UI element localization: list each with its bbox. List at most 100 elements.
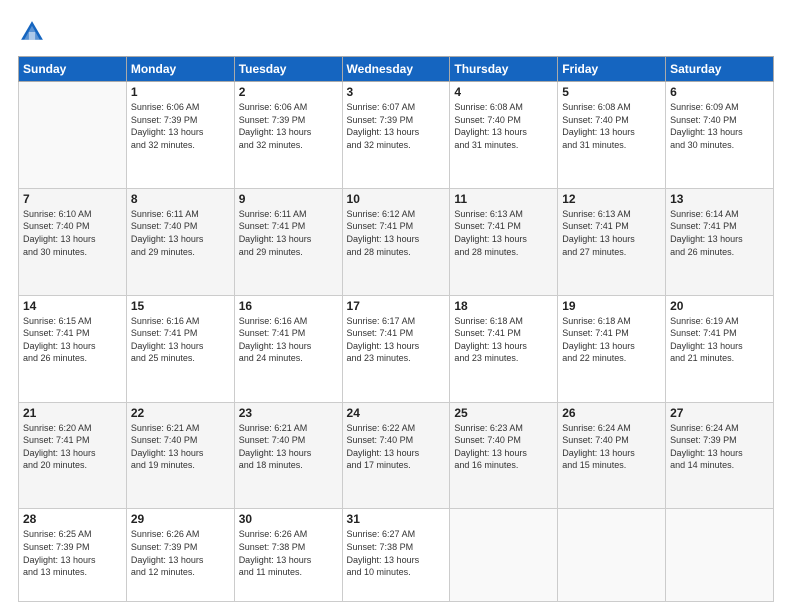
day-number: 17 [347, 299, 446, 313]
calendar-week-row: 1 Sunrise: 6:06 AMSunset: 7:39 PMDaylight… [19, 82, 774, 189]
calendar-day-cell [666, 509, 774, 602]
day-info: Sunrise: 6:18 AMSunset: 7:41 PMDaylight:… [454, 315, 553, 365]
day-number: 26 [562, 406, 661, 420]
calendar-day-cell: 16 Sunrise: 6:16 AMSunset: 7:41 PMDayligh… [234, 295, 342, 402]
logo [18, 18, 50, 46]
calendar-week-row: 21 Sunrise: 6:20 AMSunset: 7:41 PMDayligh… [19, 402, 774, 509]
day-info: Sunrise: 6:19 AMSunset: 7:41 PMDaylight:… [670, 315, 769, 365]
calendar-day-cell: 17Sunrise: 6:17 AMSunset: 7:41 PMDayligh… [342, 295, 450, 402]
day-info: Sunrise: 6:08 AMSunset: 7:40 PMDaylight:… [454, 101, 553, 151]
calendar-day-cell: 14 Sunrise: 6:15 AMSunset: 7:41 PMDayligh… [19, 295, 127, 402]
day-info: Sunrise: 6:18 AMSunset: 7:41 PMDaylight:… [562, 315, 661, 365]
day-number: 21 [23, 406, 122, 420]
day-info: Sunrise: 6:09 AMSunset: 7:40 PMDaylight:… [670, 101, 769, 151]
day-number: 30 [239, 512, 338, 526]
logo-icon [18, 18, 46, 46]
calendar-day-cell: 20 Sunrise: 6:19 AMSunset: 7:41 PMDayligh… [666, 295, 774, 402]
day-number: 5 [562, 85, 661, 99]
day-info: Sunrise: 6:22 AMSunset: 7:40 PMDaylight:… [347, 422, 446, 472]
day-number: 25 [454, 406, 553, 420]
day-info: Sunrise: 6:26 AMSunset: 7:38 PMDaylight:… [239, 528, 338, 578]
calendar-week-row: 7 Sunrise: 6:10 AMSunset: 7:40 PMDaylight… [19, 188, 774, 295]
day-info: Sunrise: 6:11 AMSunset: 7:41 PMDaylight:… [239, 208, 338, 258]
day-number: 4 [454, 85, 553, 99]
day-number: 10 [347, 192, 446, 206]
calendar-day-cell: 6 Sunrise: 6:09 AMSunset: 7:40 PMDaylight… [666, 82, 774, 189]
day-number: 9 [239, 192, 338, 206]
calendar-day-cell: 30 Sunrise: 6:26 AMSunset: 7:38 PMDayligh… [234, 509, 342, 602]
day-info: Sunrise: 6:21 AMSunset: 7:40 PMDaylight:… [131, 422, 230, 472]
day-number: 28 [23, 512, 122, 526]
day-number: 19 [562, 299, 661, 313]
calendar-week-row: 28Sunrise: 6:25 AMSunset: 7:39 PMDayligh… [19, 509, 774, 602]
header [18, 18, 774, 46]
day-info: Sunrise: 6:13 AMSunset: 7:41 PMDaylight:… [454, 208, 553, 258]
calendar-day-cell: 27Sunrise: 6:24 AMSunset: 7:39 PMDayligh… [666, 402, 774, 509]
calendar-day-cell: 7 Sunrise: 6:10 AMSunset: 7:40 PMDaylight… [19, 188, 127, 295]
day-info: Sunrise: 6:12 AMSunset: 7:41 PMDaylight:… [347, 208, 446, 258]
calendar-day-cell: 10 Sunrise: 6:12 AMSunset: 7:41 PMDayligh… [342, 188, 450, 295]
calendar-day-cell: 11 Sunrise: 6:13 AMSunset: 7:41 PMDayligh… [450, 188, 558, 295]
day-info: Sunrise: 6:08 AMSunset: 7:40 PMDaylight:… [562, 101, 661, 151]
calendar-header-row: SundayMondayTuesdayWednesdayThursdayFrid… [19, 57, 774, 82]
day-info: Sunrise: 6:06 AMSunset: 7:39 PMDaylight:… [239, 101, 338, 151]
day-info: Sunrise: 6:20 AMSunset: 7:41 PMDaylight:… [23, 422, 122, 472]
day-number: 31 [347, 512, 446, 526]
day-number: 3 [347, 85, 446, 99]
calendar-day-cell [450, 509, 558, 602]
day-number: 11 [454, 192, 553, 206]
day-number: 18 [454, 299, 553, 313]
calendar-day-cell: 18 Sunrise: 6:18 AMSunset: 7:41 PMDayligh… [450, 295, 558, 402]
calendar-day-cell: 23 Sunrise: 6:21 AMSunset: 7:40 PMDayligh… [234, 402, 342, 509]
day-number: 2 [239, 85, 338, 99]
day-info: Sunrise: 6:11 AMSunset: 7:40 PMDaylight:… [131, 208, 230, 258]
day-info: Sunrise: 6:24 AMSunset: 7:40 PMDaylight:… [562, 422, 661, 472]
day-number: 13 [670, 192, 769, 206]
day-number: 23 [239, 406, 338, 420]
calendar-day-cell: 3 Sunrise: 6:07 AMSunset: 7:39 PMDaylight… [342, 82, 450, 189]
day-info: Sunrise: 6:07 AMSunset: 7:39 PMDaylight:… [347, 101, 446, 151]
calendar-day-cell: 31 Sunrise: 6:27 AMSunset: 7:38 PMDayligh… [342, 509, 450, 602]
calendar-day-cell: 21 Sunrise: 6:20 AMSunset: 7:41 PMDayligh… [19, 402, 127, 509]
calendar-day-cell: 28Sunrise: 6:25 AMSunset: 7:39 PMDayligh… [19, 509, 127, 602]
calendar-day-cell: 19 Sunrise: 6:18 AMSunset: 7:41 PMDayligh… [558, 295, 666, 402]
calendar-day-cell [558, 509, 666, 602]
calendar-day-cell: 8 Sunrise: 6:11 AMSunset: 7:40 PMDaylight… [126, 188, 234, 295]
day-info: Sunrise: 6:10 AMSunset: 7:40 PMDaylight:… [23, 208, 122, 258]
day-number: 14 [23, 299, 122, 313]
day-info: Sunrise: 6:14 AMSunset: 7:41 PMDaylight:… [670, 208, 769, 258]
day-number: 20 [670, 299, 769, 313]
calendar-day-cell [19, 82, 127, 189]
calendar-day-cell: 9 Sunrise: 6:11 AMSunset: 7:41 PMDaylight… [234, 188, 342, 295]
day-number: 1 [131, 85, 230, 99]
calendar-day-cell: 15 Sunrise: 6:16 AMSunset: 7:41 PMDayligh… [126, 295, 234, 402]
calendar-day-cell: 26 Sunrise: 6:24 AMSunset: 7:40 PMDayligh… [558, 402, 666, 509]
calendar-day-cell: 5 Sunrise: 6:08 AMSunset: 7:40 PMDaylight… [558, 82, 666, 189]
calendar-day-cell: 29 Sunrise: 6:26 AMSunset: 7:39 PMDayligh… [126, 509, 234, 602]
day-number: 29 [131, 512, 230, 526]
day-header-monday: Monday [126, 57, 234, 82]
day-header-thursday: Thursday [450, 57, 558, 82]
day-number: 6 [670, 85, 769, 99]
day-info: Sunrise: 6:23 AMSunset: 7:40 PMDaylight:… [454, 422, 553, 472]
day-number: 15 [131, 299, 230, 313]
day-info: Sunrise: 6:21 AMSunset: 7:40 PMDaylight:… [239, 422, 338, 472]
day-info: Sunrise: 6:16 AMSunset: 7:41 PMDaylight:… [131, 315, 230, 365]
day-header-saturday: Saturday [666, 57, 774, 82]
calendar-day-cell: 4 Sunrise: 6:08 AMSunset: 7:40 PMDaylight… [450, 82, 558, 189]
page: SundayMondayTuesdayWednesdayThursdayFrid… [0, 0, 792, 612]
day-number: 24 [347, 406, 446, 420]
day-info: Sunrise: 6:27 AMSunset: 7:38 PMDaylight:… [347, 528, 446, 578]
calendar-day-cell: 1 Sunrise: 6:06 AMSunset: 7:39 PMDaylight… [126, 82, 234, 189]
day-info: Sunrise: 6:16 AMSunset: 7:41 PMDaylight:… [239, 315, 338, 365]
day-number: 8 [131, 192, 230, 206]
calendar-day-cell: 12 Sunrise: 6:13 AMSunset: 7:41 PMDayligh… [558, 188, 666, 295]
day-info: Sunrise: 6:15 AMSunset: 7:41 PMDaylight:… [23, 315, 122, 365]
calendar-day-cell: 24 Sunrise: 6:22 AMSunset: 7:40 PMDayligh… [342, 402, 450, 509]
day-info: Sunrise: 6:26 AMSunset: 7:39 PMDaylight:… [131, 528, 230, 578]
day-number: 12 [562, 192, 661, 206]
day-info: Sunrise: 6:13 AMSunset: 7:41 PMDaylight:… [562, 208, 661, 258]
day-info: Sunrise: 6:06 AMSunset: 7:39 PMDaylight:… [131, 101, 230, 151]
day-number: 16 [239, 299, 338, 313]
day-number: 7 [23, 192, 122, 206]
